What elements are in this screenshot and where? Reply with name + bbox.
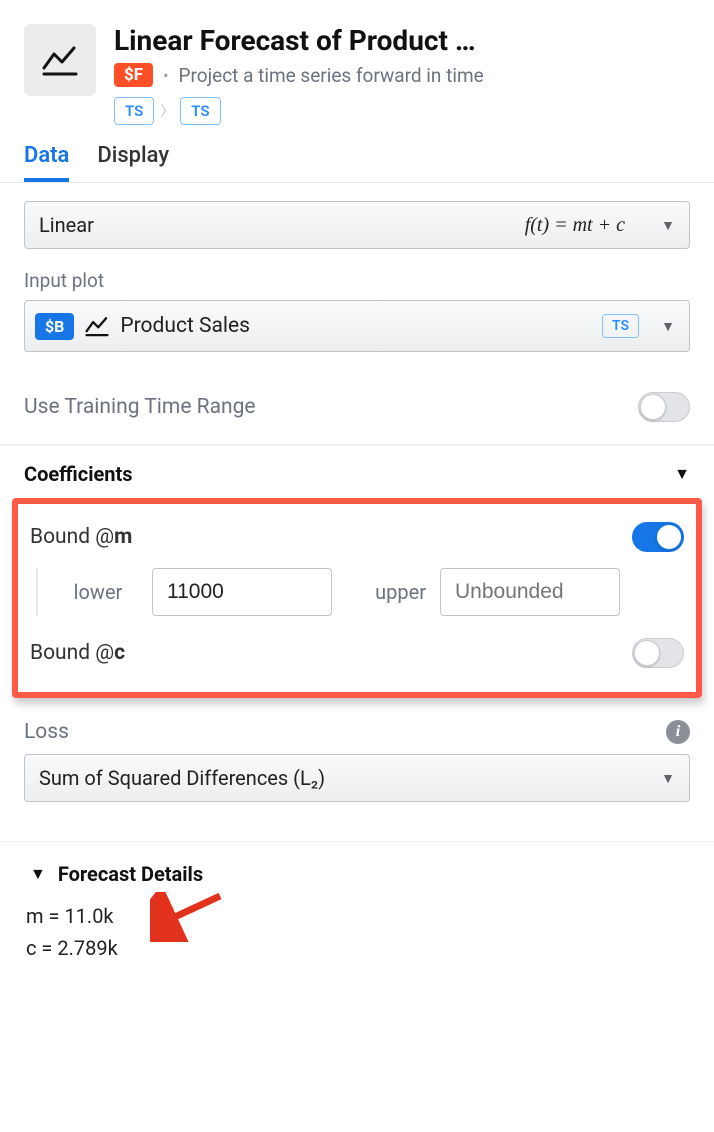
input-plot-badge: $B: [35, 313, 74, 340]
chevron-down-icon: ▼: [661, 770, 675, 787]
bound-m-label: Bound @m: [30, 525, 132, 549]
training-range-toggle[interactable]: [638, 392, 690, 422]
line-chart-icon: [84, 313, 110, 339]
chevron-down-icon: ▼: [661, 318, 675, 335]
loss-select[interactable]: Sum of Squared Differences (L₂) ▼: [24, 754, 690, 802]
chevron-down-icon: ▼: [674, 464, 690, 484]
input-plot-chip: TS: [602, 314, 639, 338]
forecast-details-header[interactable]: ▼ Forecast Details: [0, 842, 714, 896]
chevron-right-icon: 〉: [160, 101, 174, 121]
type-badge: $F: [114, 63, 153, 87]
forecast-icon: [24, 24, 96, 96]
tab-data[interactable]: Data: [24, 143, 69, 182]
forecast-details-title: Forecast Details: [58, 862, 203, 886]
coefficients-header[interactable]: Coefficients ▼: [0, 446, 714, 494]
chevron-down-icon: ▼: [30, 864, 46, 884]
model-formula: f(t) = mt + c: [525, 214, 625, 237]
training-range-label: Use Training Time Range: [24, 395, 256, 419]
input-plot-name: Product Sales: [120, 314, 250, 338]
loss-label: Loss: [24, 720, 69, 744]
info-icon[interactable]: i: [666, 720, 690, 744]
indent-line: [36, 569, 38, 615]
input-plot-select[interactable]: $B Product Sales TS ▼: [24, 300, 690, 352]
page-title: Linear Forecast of Product …: [114, 24, 690, 57]
coefficients-highlight: Bound @m lower upper Bound @c: [12, 498, 702, 698]
separator-dot: •: [163, 66, 168, 85]
input-plot-label: Input plot: [24, 269, 690, 292]
ts-chip-in: TS: [114, 97, 154, 125]
forecast-line-c: c = 2.789k: [26, 932, 690, 964]
lower-label: lower: [58, 580, 138, 604]
bound-c-label: Bound @c: [30, 641, 125, 665]
chevron-down-icon: ▼: [661, 217, 675, 234]
tab-display[interactable]: Display: [97, 143, 169, 182]
coefficients-title: Coefficients: [24, 462, 133, 486]
model-select[interactable]: Linear f(t) = mt + c ▼: [24, 201, 690, 249]
loss-select-value: Sum of Squared Differences (L₂): [39, 766, 325, 790]
upper-label: upper: [346, 580, 426, 604]
lower-input[interactable]: [152, 568, 332, 616]
bound-m-toggle[interactable]: [632, 522, 684, 552]
forecast-line-m: m = 11.0k: [26, 900, 690, 932]
upper-input[interactable]: [440, 568, 620, 616]
bound-c-toggle[interactable]: [632, 638, 684, 668]
ts-chip-out: TS: [180, 97, 220, 125]
description: Project a time series forward in time: [179, 64, 484, 87]
type-signature: TS 〉 TS: [114, 97, 690, 125]
model-select-value: Linear: [39, 213, 94, 237]
